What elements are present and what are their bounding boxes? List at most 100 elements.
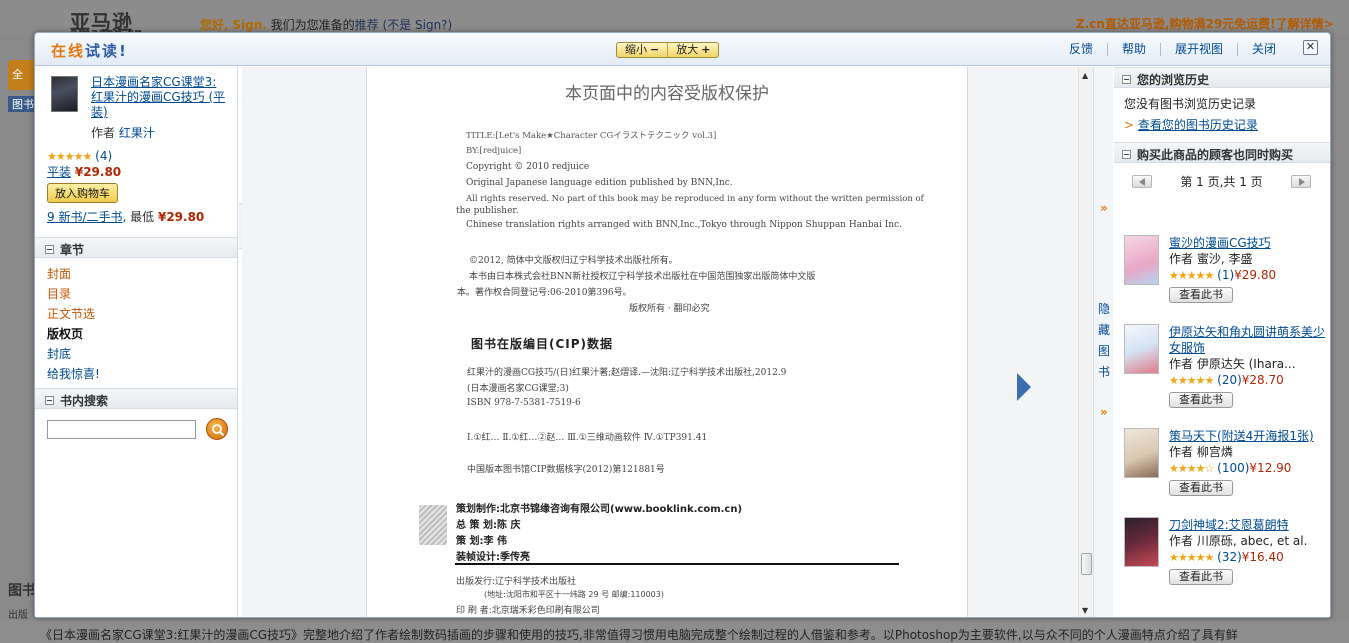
star-rating-icon[interactable]: ★★★★★ — [1169, 551, 1214, 564]
page-line: Copyright © 2010 redjuice — [466, 162, 590, 172]
feedback-link[interactable]: 反馈 — [1055, 43, 1107, 56]
expand-view-link[interactable]: 展开视图 — [1159, 43, 1237, 56]
arrow-icon: > — [1124, 118, 1135, 132]
toc-item-back-cover[interactable]: 封底 — [47, 344, 237, 364]
recommend-link[interactable]: 推荐 — [355, 18, 379, 32]
rec-title-link[interactable]: 刀剑神域2:艾恩葛朗特 — [1169, 517, 1329, 533]
rec-cover-thumbnail[interactable] — [1124, 235, 1159, 285]
rec-cover-thumbnail[interactable] — [1124, 324, 1159, 374]
cip-line: (日本漫画名家CG课堂;3) — [467, 384, 569, 394]
review-count-link[interactable]: (4) — [95, 149, 112, 163]
book-title-link[interactable]: 日本漫画名家CG课堂3:红果汁的漫画CG技巧 (平装) — [91, 75, 227, 120]
book-cover-thumbnail[interactable] — [51, 76, 78, 112]
credit-line: 装帧设计:季传亮 — [456, 552, 530, 563]
view-history-link[interactable]: 查看您的图书历史记录 — [1138, 118, 1258, 132]
rec-cover-thumbnail[interactable] — [1124, 517, 1159, 567]
right-panel: 您的浏览历史 您没有图书浏览历史记录 > 查看您的图书历史记录 购买此商品的顾客… — [1114, 67, 1330, 617]
next-page-arrow-icon[interactable] — [1017, 373, 1031, 401]
cip-title: 图书在版编目(CIP)数据 — [471, 337, 614, 351]
scroll-up-icon[interactable]: ▲ — [1082, 71, 1088, 80]
rec-item: 蜜沙的漫画CG技巧 作者 蜜沙, 李盛 ★★★★★ (1)¥29.80 查看此书 — [1124, 235, 1329, 303]
add-to-cart-button[interactable]: 放入购物车 — [47, 183, 118, 203]
zoom-in-button[interactable]: 放大 + — [667, 43, 718, 57]
star-rating-icon[interactable]: ★★★★☆ — [1169, 462, 1214, 475]
credit-line: 总 策 划:陈 庆 — [456, 520, 521, 531]
page-line: ©2012, 简体中文版权归辽宁科学技术出版社所有。 — [469, 256, 678, 266]
view-book-button[interactable]: 查看此书 — [1169, 569, 1233, 585]
double-chevron-icon[interactable]: » — [1100, 405, 1108, 419]
used-offers-link[interactable]: 9 新书/二手书 — [47, 210, 123, 224]
hide-books-toggle[interactable]: 隐 藏 图 书 — [1097, 299, 1111, 383]
toc-item-cover[interactable]: 封面 — [47, 264, 237, 284]
background-section-sub: 出版 — [8, 610, 28, 621]
book-page: 本页面中的内容受版权保护 TITLE:[Let's Make★Character… — [366, 67, 968, 617]
page-line: Chinese translation rights arranged with… — [466, 220, 902, 230]
close-icon[interactable]: ✕ — [1303, 40, 1318, 55]
zoom-out-button[interactable]: 缩小 − — [617, 43, 667, 57]
toc-item-contents[interactable]: 目录 — [47, 284, 237, 304]
promo-banner[interactable]: Z.cn直达亚马逊,购物满29元免运费!了解详情> — [1076, 15, 1334, 32]
modal-title: 在线试读! — [51, 42, 128, 60]
search-inside-header[interactable]: 书内搜索 — [35, 388, 237, 409]
rec-rating: ★★★★★ (32)¥16.40 — [1169, 550, 1284, 564]
page-line: 本。著作权合同登记号:06-2010第396号。 — [457, 288, 632, 298]
used-offers-row: 9 新书/二手书, 最低 ¥29.80 — [47, 210, 205, 224]
double-chevron-icon[interactable]: » — [1100, 201, 1108, 215]
hide-panel-strip[interactable]: » 隐 藏 图 书 » — [1093, 67, 1113, 617]
publisher-line: (地址:沈阳市和平区十一纬路 29 号 邮编:110003) — [484, 590, 664, 599]
zoom-controls: 缩小 − 放大 + — [616, 42, 720, 58]
toc-item-excerpt[interactable]: 正文节选 — [47, 304, 237, 324]
author-link[interactable]: 红果汁 — [119, 126, 155, 140]
rec-title-link[interactable]: 伊原达矢和角丸圆讲萌系美少女服饰 — [1169, 324, 1329, 356]
star-rating-icon[interactable]: ★★★★★ — [47, 150, 92, 163]
credit-line: 策划制作:北京书锦缘咨询有限公司(www.booklink.com.cn) — [456, 504, 743, 515]
collapse-icon[interactable] — [45, 244, 54, 254]
search-go-button[interactable] — [206, 418, 228, 440]
toc-header[interactable]: 章节 — [35, 237, 237, 258]
reader-scrollbar[interactable]: ▲ ▼ — [1078, 67, 1093, 617]
page-line: 版权所有 · 翻印必究 — [629, 304, 710, 314]
publisher-line: 出版发行:辽宁科学技术出版社 — [456, 577, 577, 587]
rec-item: 策马天下(附送4开海报1张) 作者 柳宫燐 ★★★★☆ (100)¥12.90 … — [1124, 428, 1329, 496]
background-description: 《日本漫画名家CG课堂3:红果汁的漫画CG技巧》完整地介绍了作者绘制数码插画的步… — [0, 620, 1349, 643]
scrollbar-thumb[interactable] — [1081, 553, 1092, 575]
format-link[interactable]: 平装 — [47, 165, 71, 179]
scroll-down-icon[interactable]: ▼ — [1082, 606, 1088, 615]
collapse-icon[interactable] — [1122, 74, 1131, 84]
prev-page-button[interactable] — [1132, 174, 1152, 188]
publisher-line: 印 刷 者:北京瑞禾彩色印刷有限公司 — [456, 606, 600, 616]
help-link[interactable]: 帮助 — [1106, 43, 1160, 56]
page-line: TITLE:[Let's Make★Character CGイラストテクニック … — [466, 131, 717, 141]
star-rating-icon[interactable]: ★★★★★ — [1169, 269, 1214, 282]
toc-item-copyright[interactable]: 版权页 — [47, 324, 237, 344]
view-book-button[interactable]: 查看此书 — [1169, 480, 1233, 496]
rating-row: ★★★★★ (4) — [47, 149, 227, 163]
rec-title-link[interactable]: 策马天下(附送4开海报1张) — [1169, 428, 1329, 444]
next-page-button[interactable] — [1291, 174, 1311, 188]
view-book-button[interactable]: 查看此书 — [1169, 392, 1233, 408]
online-reader-modal: 在线试读! 缩小 − 放大 + 反馈 帮助 展开视图 关闭 ✕ 日本漫画名家CG课堂… — [34, 32, 1331, 618]
rec-author: 作者 伊原达矢 (Ihara... — [1169, 357, 1296, 371]
page-line: the publisher. — [456, 206, 519, 216]
plus-icon: + — [701, 43, 711, 56]
author-line: 作者 红果汁 — [91, 126, 155, 140]
close-link[interactable]: 关闭 — [1236, 43, 1290, 56]
view-book-button[interactable]: 查看此书 — [1169, 287, 1233, 303]
price-row: 平装 ¥29.80 — [47, 163, 227, 180]
also-bought-header[interactable]: 购买此商品的顾客也同时购买 — [1114, 142, 1330, 163]
header-links: 反馈 帮助 展开视图 关闭 — [1055, 43, 1290, 56]
modal-header: 在线试读! 缩小 − 放大 + 反馈 帮助 展开视图 关闭 ✕ — [35, 33, 1330, 66]
credit-line: 策 划:李 伟 — [456, 536, 507, 547]
rec-title-link[interactable]: 蜜沙的漫画CG技巧 — [1169, 235, 1329, 251]
star-rating-icon[interactable]: ★★★★★ — [1169, 374, 1214, 387]
publisher-seal-image — [419, 505, 447, 545]
history-header[interactable]: 您的浏览历史 — [1114, 67, 1330, 88]
left-panel: 日本漫画名家CG课堂3:红果汁的漫画CG技巧 (平装) 作者 红果汁 ★★★★★… — [35, 67, 238, 617]
toc-item-surprise[interactable]: 给我惊喜! — [47, 364, 237, 384]
collapse-icon[interactable] — [1122, 149, 1131, 159]
not-user-link[interactable]: (不是 Sign?) — [383, 18, 453, 32]
cip-line: Ⅰ.①红… Ⅱ.①红…②赵… Ⅲ.①三维动画软件 Ⅳ.①TP391.41 — [467, 433, 708, 443]
search-inside-input[interactable] — [47, 419, 196, 439]
rec-cover-thumbnail[interactable] — [1124, 428, 1159, 478]
collapse-icon[interactable] — [45, 395, 54, 405]
